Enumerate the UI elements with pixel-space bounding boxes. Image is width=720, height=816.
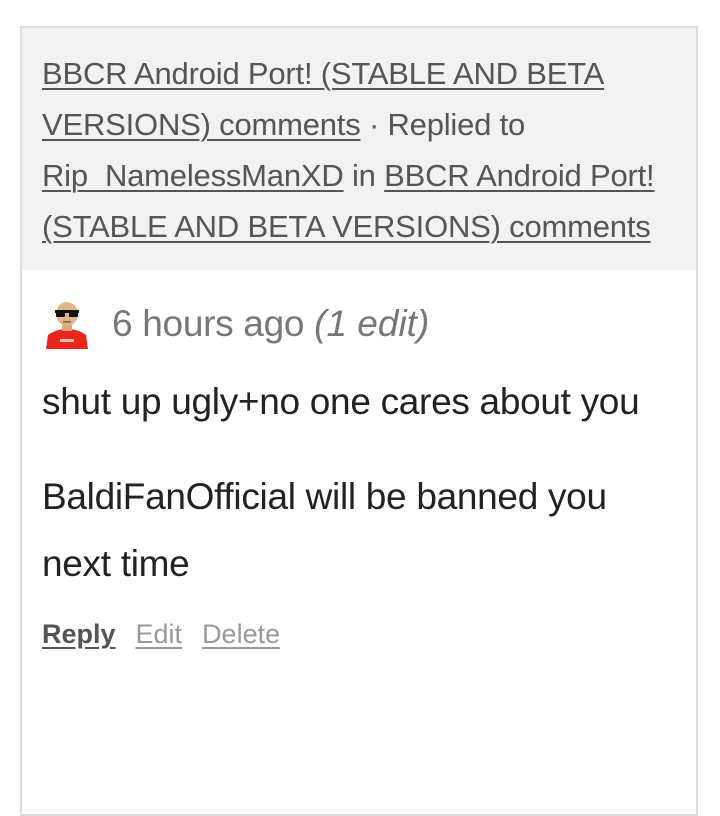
user-link[interactable]: Rip_NamelessManXD [42,158,344,193]
comment-timestamp: 6 hours ago [112,303,305,344]
user-avatar-icon[interactable] [42,299,92,349]
comment-paragraph: shut up ugly+no one cares about you [42,381,640,422]
comment-paragraph: BaldiFanOfficial will be banned you next… [42,476,607,584]
comment-actions: Reply Edit Delete [42,619,676,650]
delete-button[interactable]: Delete [202,619,280,650]
comment-card: BBCR Android Port! (STABLE AND BETA VERS… [20,26,698,816]
comment-body: 6 hours ago (1 edit) shut up ugly+no one… [22,270,696,650]
edit-button[interactable]: Edit [136,619,183,650]
replied-to-text: · Replied to [360,107,526,142]
comment-meta: 6 hours ago (1 edit) [42,298,676,350]
edit-count: (1 edit) [314,303,430,344]
reply-button[interactable]: Reply [42,619,116,650]
in-text: in [343,158,385,193]
comment-header: BBCR Android Port! (STABLE AND BETA VERS… [22,28,696,270]
